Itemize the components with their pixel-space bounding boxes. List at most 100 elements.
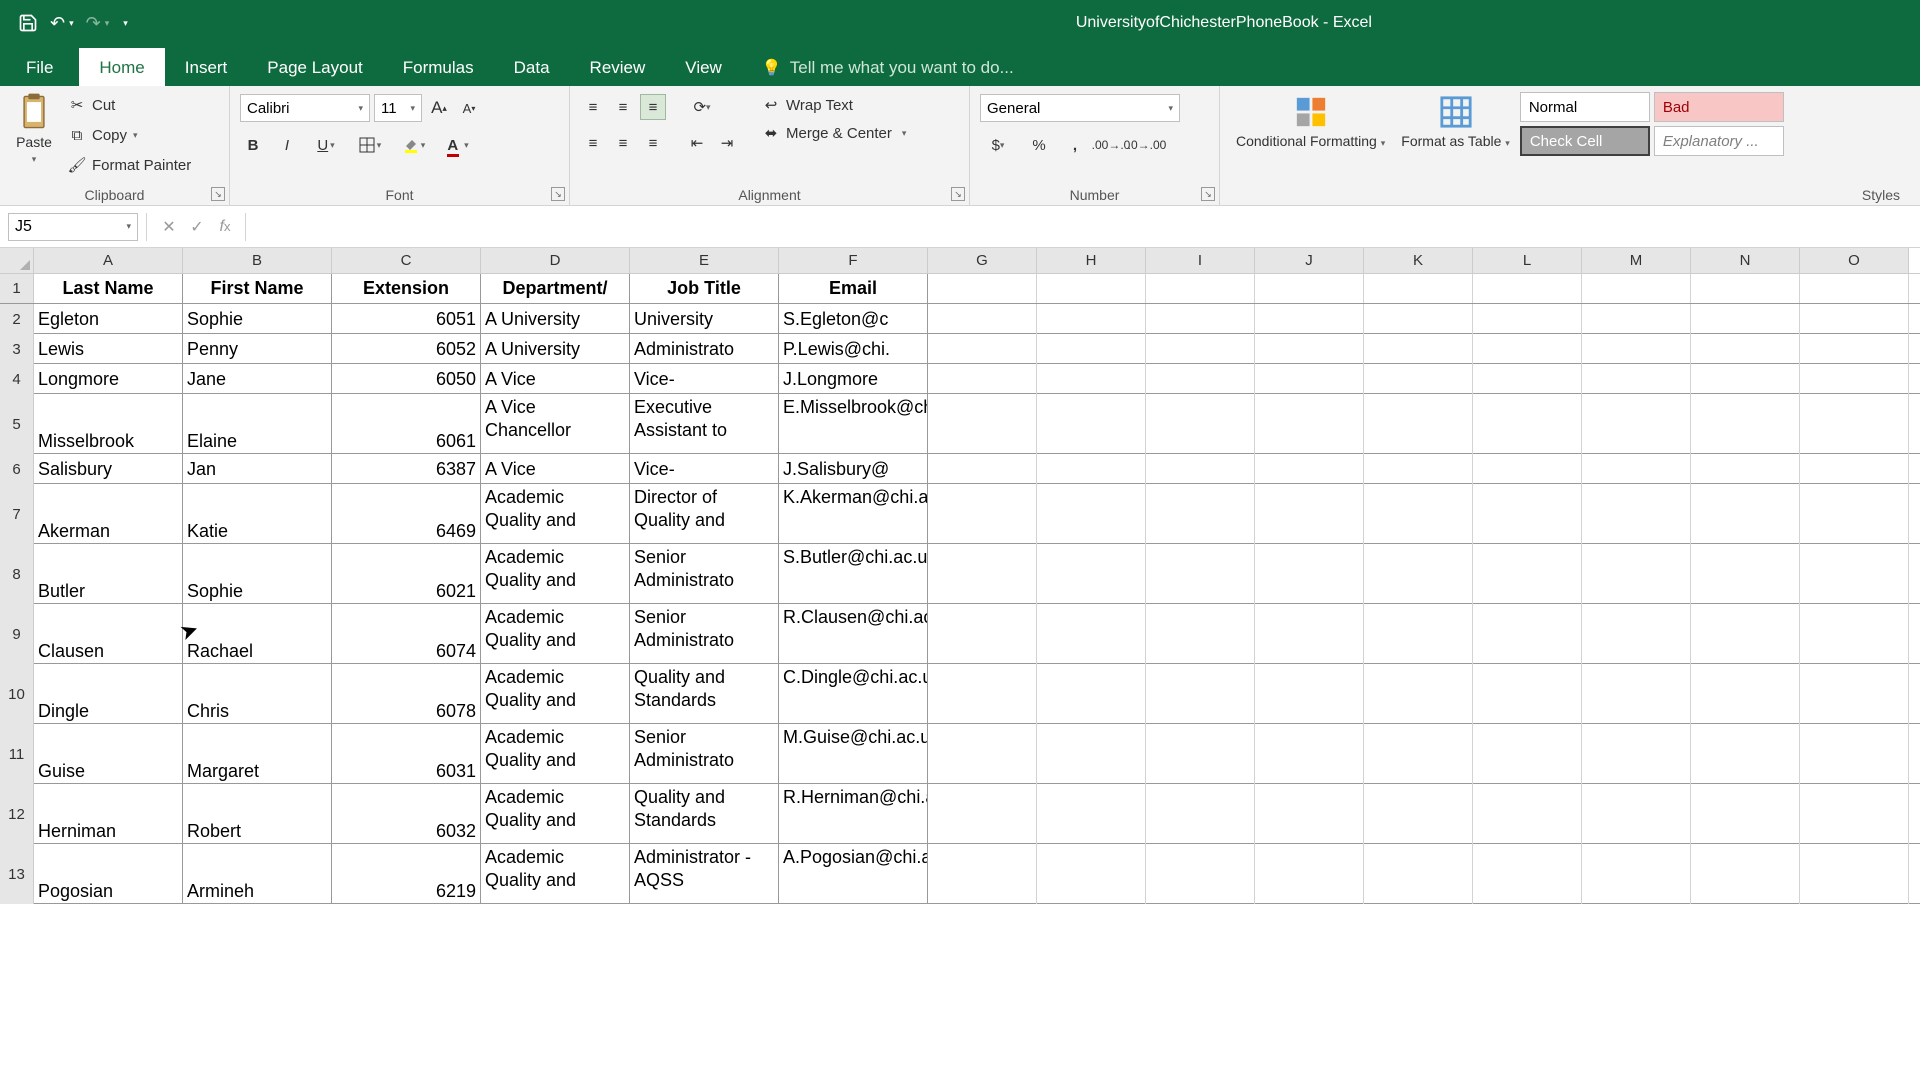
cell-K4[interactable]	[1364, 364, 1473, 394]
row-header[interactable]: 11	[0, 724, 34, 784]
bold-button[interactable]: B	[240, 132, 266, 158]
cell-J2[interactable]	[1255, 304, 1364, 334]
cell-G12[interactable]	[928, 784, 1037, 844]
dialog-launcher-alignment[interactable]: ↘	[951, 187, 965, 201]
cell-A11[interactable]: Guise	[34, 724, 183, 784]
insert-function-button[interactable]: fx	[211, 213, 239, 241]
cell-F4[interactable]: J.Longmore	[779, 364, 928, 394]
cell-E13[interactable]: Administrator - AQSS	[630, 844, 779, 904]
font-name-select[interactable]: Calibri▾	[240, 94, 370, 122]
cut-button[interactable]: ✂Cut	[64, 94, 195, 116]
row-header[interactable]: 1	[0, 274, 34, 303]
cell-B3[interactable]: Penny	[183, 334, 332, 364]
cell-N5[interactable]	[1691, 394, 1800, 454]
cell-N2[interactable]	[1691, 304, 1800, 334]
cell-O4[interactable]	[1800, 364, 1909, 394]
cell-K3[interactable]	[1364, 334, 1473, 364]
style-bad[interactable]: Bad	[1654, 92, 1784, 122]
col-header-C[interactable]: C	[332, 248, 481, 273]
cell-G11[interactable]	[928, 724, 1037, 784]
cell-K8[interactable]	[1364, 544, 1473, 604]
cell-F11[interactable]: M.Guise@chi.ac.uk	[779, 724, 928, 784]
cell-O9[interactable]	[1800, 604, 1909, 664]
cell-N8[interactable]	[1691, 544, 1800, 604]
cell-J1[interactable]	[1255, 274, 1364, 303]
col-header-O[interactable]: O	[1800, 248, 1909, 273]
align-top-button[interactable]: ≡	[580, 94, 606, 120]
cell-H9[interactable]	[1037, 604, 1146, 664]
col-header-A[interactable]: A	[34, 248, 183, 273]
row-header[interactable]: 6	[0, 454, 34, 484]
style-check-cell[interactable]: Check Cell	[1520, 126, 1650, 156]
cell-G3[interactable]	[928, 334, 1037, 364]
style-explanatory[interactable]: Explanatory ...	[1654, 126, 1784, 156]
cell-A4[interactable]: Longmore	[34, 364, 183, 394]
cell-B7[interactable]: Katie	[183, 484, 332, 544]
cell-C6[interactable]: 6387	[332, 454, 481, 484]
cell-L1[interactable]	[1473, 274, 1582, 303]
decrease-decimal-button[interactable]: .0→.00	[1134, 132, 1160, 158]
tell-me[interactable]: 💡 Tell me what you want to do...	[742, 48, 1034, 86]
cell-D1[interactable]: Department/	[481, 274, 630, 303]
cell-K6[interactable]	[1364, 454, 1473, 484]
cell-B9[interactable]: Rachael	[183, 604, 332, 664]
cell-M3[interactable]	[1582, 334, 1691, 364]
row-header[interactable]: 8	[0, 544, 34, 604]
cell-F3[interactable]: P.Lewis@chi.	[779, 334, 928, 364]
tab-file[interactable]: File	[0, 48, 79, 86]
cell-L7[interactable]	[1473, 484, 1582, 544]
cell-N3[interactable]	[1691, 334, 1800, 364]
col-header-B[interactable]: B	[183, 248, 332, 273]
dialog-launcher-number[interactable]: ↘	[1201, 187, 1215, 201]
cell-B11[interactable]: Margaret	[183, 724, 332, 784]
cell-G4[interactable]	[928, 364, 1037, 394]
cell-J12[interactable]	[1255, 784, 1364, 844]
cell-G10[interactable]	[928, 664, 1037, 724]
cell-H11[interactable]	[1037, 724, 1146, 784]
save-icon[interactable]	[18, 13, 38, 33]
cell-E8[interactable]: Senior Administrato	[630, 544, 779, 604]
cell-E2[interactable]: University	[630, 304, 779, 334]
cell-C9[interactable]: 6074	[332, 604, 481, 664]
cell-M2[interactable]	[1582, 304, 1691, 334]
cell-F5[interactable]: E.Misselbrook@chi.ac.uk	[779, 394, 928, 454]
paste-button[interactable]: Paste ▾	[10, 90, 58, 169]
cell-B10[interactable]: Chris	[183, 664, 332, 724]
cell-E5[interactable]: Executive Assistant to	[630, 394, 779, 454]
row-header[interactable]: 3	[0, 334, 34, 364]
cell-D13[interactable]: Academic Quality and	[481, 844, 630, 904]
cell-K2[interactable]	[1364, 304, 1473, 334]
cell-F7[interactable]: K.Akerman@chi.ac.uk	[779, 484, 928, 544]
tab-view[interactable]: View	[665, 48, 742, 86]
cell-I7[interactable]	[1146, 484, 1255, 544]
cell-L4[interactable]	[1473, 364, 1582, 394]
cell-J8[interactable]	[1255, 544, 1364, 604]
format-as-table-button[interactable]: Format as Table ▾	[1395, 90, 1516, 153]
cell-M7[interactable]	[1582, 484, 1691, 544]
cell-E12[interactable]: Quality and Standards	[630, 784, 779, 844]
cell-J11[interactable]	[1255, 724, 1364, 784]
cell-H4[interactable]	[1037, 364, 1146, 394]
cell-B12[interactable]: Robert	[183, 784, 332, 844]
italic-button[interactable]: I	[274, 132, 300, 158]
cell-G8[interactable]	[928, 544, 1037, 604]
cell-M10[interactable]	[1582, 664, 1691, 724]
cell-O3[interactable]	[1800, 334, 1909, 364]
row-header[interactable]: 9	[0, 604, 34, 664]
cell-L9[interactable]	[1473, 604, 1582, 664]
cell-C10[interactable]: 6078	[332, 664, 481, 724]
cell-K12[interactable]	[1364, 784, 1473, 844]
cell-J9[interactable]	[1255, 604, 1364, 664]
cell-K11[interactable]	[1364, 724, 1473, 784]
cell-O6[interactable]	[1800, 454, 1909, 484]
row-header[interactable]: 2	[0, 304, 34, 334]
cell-A8[interactable]: Butler	[34, 544, 183, 604]
undo-button[interactable]: ↶▾	[50, 13, 74, 34]
cell-J5[interactable]	[1255, 394, 1364, 454]
cell-C4[interactable]: 6050	[332, 364, 481, 394]
cell-K10[interactable]	[1364, 664, 1473, 724]
cell-D3[interactable]: A University	[481, 334, 630, 364]
cell-I12[interactable]	[1146, 784, 1255, 844]
cell-N6[interactable]	[1691, 454, 1800, 484]
cell-M11[interactable]	[1582, 724, 1691, 784]
